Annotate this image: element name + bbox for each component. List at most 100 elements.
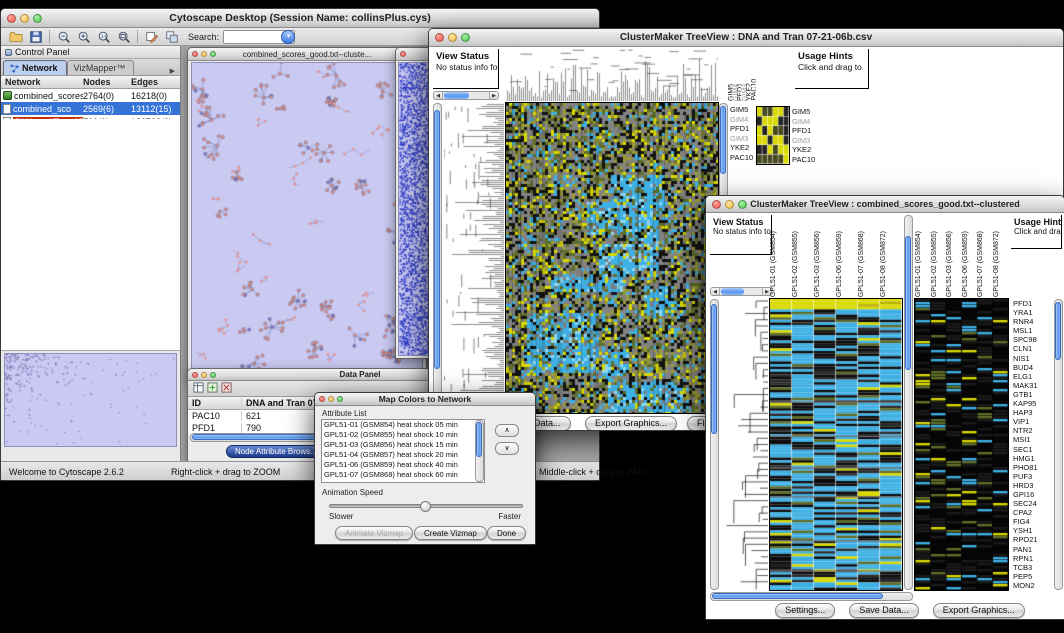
mini-hscrollbar[interactable]: ◀ ▶ <box>710 287 772 296</box>
scroll-right-icon[interactable]: ▶ <box>489 92 498 99</box>
scroll-left-icon[interactable]: ◀ <box>711 288 720 295</box>
selected-heatmap-canvas[interactable] <box>915 299 1008 590</box>
create-vizmap-button[interactable]: Create Vizmap <box>414 526 487 540</box>
network-graph-canvas[interactable] <box>192 63 423 373</box>
maximize-icon[interactable] <box>210 372 216 378</box>
attribute-list[interactable]: GPL51-01 (GSM854) heat shock 05 minGPL51… <box>321 419 485 483</box>
left-vscrollbar[interactable] <box>433 103 442 413</box>
column-network[interactable]: Network <box>1 77 83 87</box>
done-button[interactable]: Done <box>487 526 526 540</box>
maximize-icon[interactable] <box>337 396 343 402</box>
settings-button[interactable]: Settings... <box>775 603 835 618</box>
treeview-combined-title-bar[interactable]: ClusterMaker TreeView : combined_scores_… <box>706 196 1064 213</box>
network-row[interactable]: combined_scores 2764(0) 16218(0) <box>1 89 180 102</box>
attribute-list-item[interactable]: GPL51-06 (GSM859) heat shock 40 min <box>322 460 484 470</box>
network-table-header[interactable]: Network Nodes Edges <box>1 76 180 89</box>
summary-heatmap-canvas[interactable] <box>757 107 789 164</box>
scrollbar-thumb[interactable] <box>720 106 726 174</box>
scrollbar-thumb[interactable] <box>444 92 469 99</box>
open-session-icon[interactable] <box>6 29 25 45</box>
zoom-out-icon[interactable] <box>54 29 73 45</box>
maximize-icon[interactable] <box>738 200 747 209</box>
close-icon[interactable] <box>319 396 325 402</box>
scrollbar-thumb[interactable] <box>712 593 883 599</box>
attribute-list-item[interactable]: GPL51-02 (GSM855) heat shock 10 min <box>322 430 484 440</box>
minimize-icon[interactable] <box>448 33 457 42</box>
expression-heatmap-canvas[interactable] <box>506 103 718 413</box>
column-nodes[interactable]: Nodes <box>83 77 131 87</box>
export-graphics-button[interactable]: Export Graphics... <box>585 416 677 430</box>
left-vscrollbar[interactable] <box>710 299 719 590</box>
scrollbar-thumb[interactable] <box>434 110 440 369</box>
cytoscape-title-bar[interactable]: Cytoscape Desktop (Session Name: collins… <box>1 9 599 28</box>
tab-vizmapper[interactable]: VizMapper™ <box>67 60 135 75</box>
minimize-icon[interactable] <box>201 372 207 378</box>
maximize-icon[interactable] <box>33 14 42 23</box>
tab-network[interactable]: Network <box>3 60 67 75</box>
search-input[interactable]: ▾ <box>223 30 295 44</box>
row-dendrogram-canvas[interactable] <box>444 103 504 413</box>
minimize-icon[interactable] <box>20 14 29 23</box>
network-graph-view[interactable] <box>191 62 423 373</box>
column-id[interactable]: ID <box>188 398 242 408</box>
scrollbar-thumb[interactable] <box>721 288 744 295</box>
column-edges[interactable]: Edges <box>131 77 180 87</box>
close-icon[interactable] <box>712 200 721 209</box>
move-down-button[interactable]: ∨ <box>495 442 519 455</box>
gene-list-vscrollbar[interactable] <box>1054 299 1063 590</box>
zoom-actual-size-icon[interactable]: 1:1 <box>94 29 113 45</box>
tab-overflow-icon[interactable]: ▶ <box>167 67 178 75</box>
animation-speed-slider[interactable] <box>329 504 523 508</box>
scrollbar-thumb[interactable] <box>711 304 717 434</box>
gene-label: YSH1 <box>1013 526 1051 535</box>
scrollbar-thumb[interactable] <box>905 236 911 370</box>
attribute-list-item[interactable]: GPL51-01 (GSM854) heat shock 05 min <box>322 420 484 430</box>
minimize-icon[interactable] <box>328 396 334 402</box>
zoom-in-icon[interactable] <box>74 29 93 45</box>
treeview-dna-title-bar[interactable]: ClusterMaker TreeView : DNA and Tran 07-… <box>429 29 1063 47</box>
expression-heatmap-canvas[interactable] <box>770 299 902 590</box>
network-row-selected[interactable]: combined_sco 2569(6) 13112(15) <box>1 102 180 115</box>
matrix-view-title-bar[interactable] <box>396 48 432 61</box>
dialog-title-bar[interactable]: Map Colors to Network <box>315 393 535 406</box>
move-up-button[interactable]: ∧ <box>495 424 519 437</box>
save-data-button[interactable]: Save Data... <box>849 603 919 618</box>
close-icon[interactable] <box>192 372 198 378</box>
minimize-icon[interactable] <box>201 51 207 57</box>
mini-hscrollbar[interactable]: ◀ ▶ <box>433 91 499 100</box>
close-icon[interactable] <box>435 33 444 42</box>
matrix-view[interactable] <box>398 62 430 356</box>
matrix-canvas[interactable] <box>399 63 430 356</box>
maximize-icon[interactable] <box>210 51 216 57</box>
hscrollbar[interactable] <box>710 592 913 601</box>
annotation-icon[interactable] <box>142 29 161 45</box>
attribute-list-scrollbar[interactable] <box>475 420 484 482</box>
attribute-list-item[interactable]: GPL51-04 (GSM857) heat shock 20 min <box>322 450 484 460</box>
attribute-list-item[interactable]: GPL51-07 (GSM868) heat shock 60 min <box>322 470 484 480</box>
attribute-list-item[interactable]: GPL51-03 (GSM856) heat shock 15 min <box>322 440 484 450</box>
select-attributes-icon[interactable] <box>193 380 204 398</box>
network-view-title-bar[interactable]: combined_scores_good.txt--cluste... <box>188 48 426 61</box>
close-icon[interactable] <box>192 51 198 57</box>
scrollbar-thumb[interactable] <box>1055 302 1061 360</box>
network-overview-panel[interactable] <box>4 353 177 447</box>
delete-attribute-icon[interactable] <box>221 380 232 398</box>
scroll-left-icon[interactable]: ◀ <box>434 92 443 99</box>
search-dropdown-icon[interactable]: ▾ <box>281 30 295 44</box>
save-session-icon[interactable] <box>26 29 45 45</box>
minimize-icon[interactable] <box>725 200 734 209</box>
maximize-icon[interactable] <box>461 33 470 42</box>
slider-thumb[interactable] <box>420 501 431 512</box>
close-icon[interactable] <box>7 14 16 23</box>
main-vscrollbar[interactable] <box>904 215 913 590</box>
node-attribute-browser-button[interactable]: Node Attribute Brows... <box>226 445 326 458</box>
column-dendrogram-canvas[interactable] <box>506 49 718 101</box>
zoom-fit-content-icon[interactable] <box>114 29 133 45</box>
row-dendrogram-canvas[interactable] <box>721 299 768 590</box>
overview-canvas[interactable] <box>5 354 177 446</box>
overlap-windows-icon[interactable] <box>162 29 181 45</box>
create-attribute-icon[interactable] <box>207 380 218 398</box>
close-icon[interactable] <box>400 51 406 57</box>
export-graphics-button[interactable]: Export Graphics... <box>933 603 1025 618</box>
scrollbar-thumb[interactable] <box>476 422 482 457</box>
